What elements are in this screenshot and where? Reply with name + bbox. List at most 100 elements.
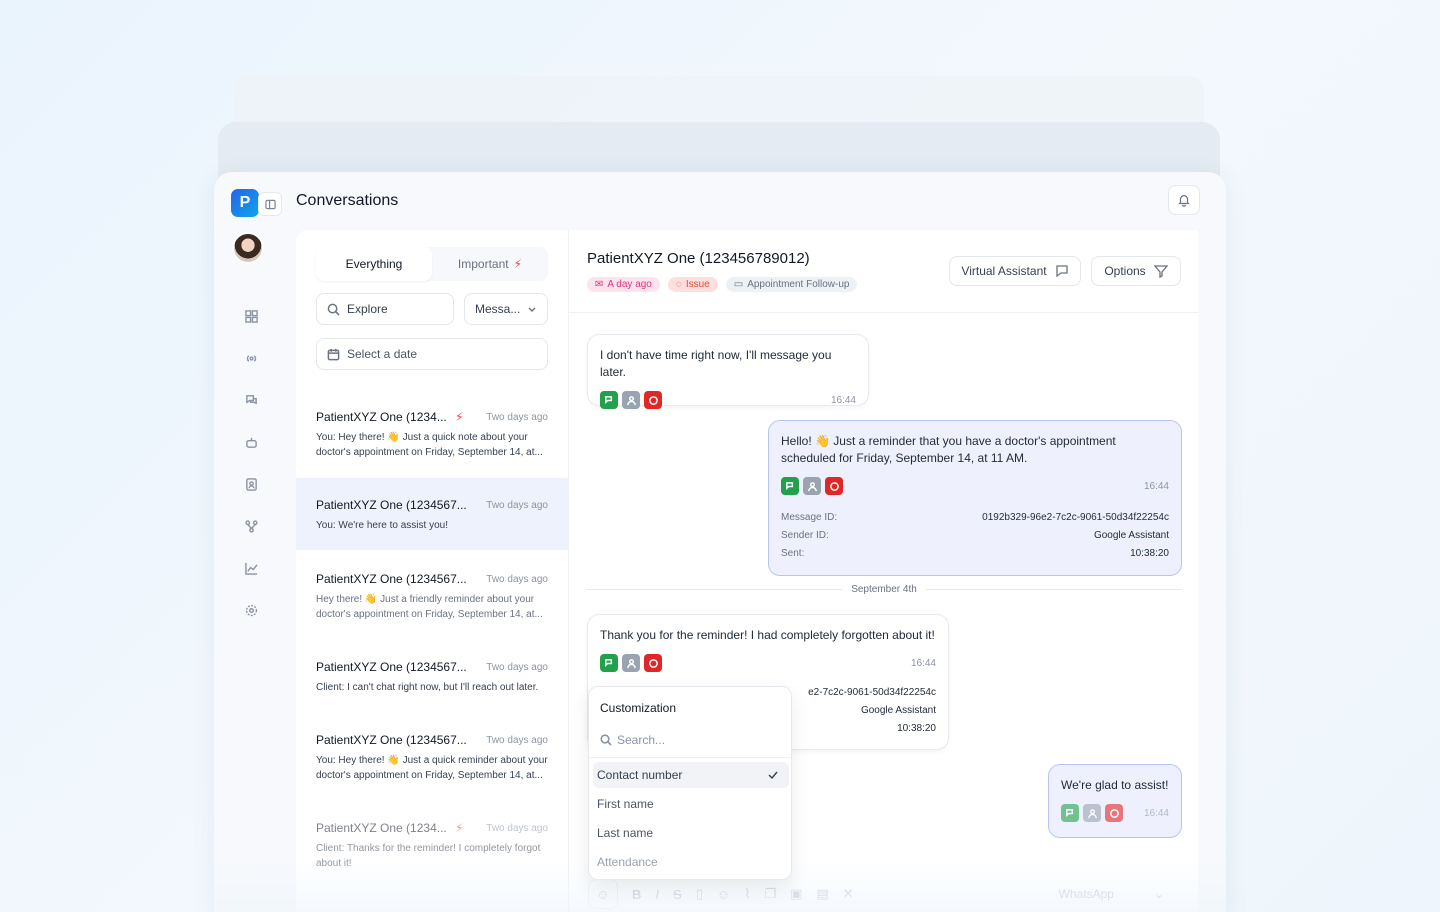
- user-avatar[interactable]: [232, 232, 264, 264]
- customization-dropdown: Customization Search... Contact number F…: [588, 686, 792, 880]
- template-icon[interactable]: ▣: [790, 886, 802, 902]
- broadcast-icon[interactable]: [244, 351, 258, 365]
- whatsapp-channel-icon: [600, 391, 618, 409]
- page-title: Conversations: [296, 192, 399, 209]
- mail-icon: ✉: [595, 279, 604, 290]
- sidebar-toggle-button[interactable]: [258, 192, 282, 216]
- bot-icon[interactable]: [244, 435, 258, 449]
- comment-icon: ◌: [675, 279, 682, 290]
- calendar-icon: [327, 348, 340, 360]
- emoji-icon[interactable]: ☺: [717, 887, 730, 902]
- tag-timestamp[interactable]: ✉ A day ago: [587, 277, 660, 292]
- lightning-icon: ⚡: [455, 410, 464, 424]
- explore-search-input[interactable]: Explore: [316, 293, 454, 325]
- strikethrough-icon[interactable]: S: [673, 887, 682, 902]
- chat-icon[interactable]: [244, 393, 258, 407]
- conversation-item[interactable]: PatientXYZ One (1234567... Two days ago Y…: [296, 733, 568, 803]
- virtual-assistant-button[interactable]: Virtual Assistant: [949, 256, 1081, 286]
- dropdown-option-first-name[interactable]: First name: [593, 791, 789, 817]
- issue-comment-icon: [1105, 804, 1123, 822]
- options-filter-button[interactable]: Options: [1091, 256, 1181, 286]
- person-icon: [622, 391, 640, 409]
- bold-icon[interactable]: B: [632, 887, 641, 902]
- bot-chat-icon: [1055, 265, 1068, 278]
- dropdown-option-attendance[interactable]: Attendance: [593, 849, 789, 875]
- chevron-down-icon: [528, 307, 536, 312]
- search-icon: [600, 734, 612, 746]
- attachment-icon[interactable]: ⌇: [744, 886, 750, 902]
- tag-followup[interactable]: ▭ Appointment Follow-up: [725, 277, 858, 292]
- message-text: Thank you for the reminder! I had comple…: [600, 628, 935, 642]
- conversation-name: PatientXYZ One (1234567...: [316, 733, 467, 747]
- whatsapp-channel-icon: [600, 654, 618, 672]
- message-type-select[interactable]: Messa...: [464, 293, 548, 325]
- settings-gear-icon[interactable]: [244, 603, 258, 617]
- conversation-item[interactable]: PatientXYZ One (1234... ⚡ Two days ago Cl…: [296, 821, 568, 891]
- bell-icon: [1178, 195, 1190, 207]
- conversation-time: Two days ago: [486, 734, 548, 746]
- filter-icon: [1153, 265, 1168, 278]
- copy-icon[interactable]: ❐: [764, 886, 776, 902]
- dropdown-divider: [589, 757, 791, 758]
- date-separator: September 4th: [587, 584, 1181, 595]
- message-time: 16:44: [910, 657, 936, 669]
- dropdown-option-last-name[interactable]: Last name: [593, 820, 789, 846]
- conversation-preview: You: Hey there! 👋 Just a quick reminder …: [316, 755, 548, 781]
- dropdown-search-input[interactable]: Search...: [600, 733, 665, 747]
- message-time: 16:44: [1143, 807, 1169, 819]
- tab-everything[interactable]: Everything: [316, 247, 432, 281]
- contacts-icon[interactable]: [244, 477, 258, 491]
- channel-select[interactable]: WhatsApp ⌄: [1059, 887, 1164, 901]
- person-icon: [622, 654, 640, 672]
- conversation-item-active[interactable]: PatientXYZ One (1234567... Two days ago Y…: [296, 478, 568, 550]
- conversation-name: PatientXYZ One (1234567...: [316, 498, 467, 512]
- chat-tags: ✉ A day ago ◌ Issue ▭ Appointment Follow-up: [587, 277, 858, 292]
- lightning-icon: ⚡: [455, 821, 464, 835]
- issue-comment-icon: [644, 654, 662, 672]
- image-icon[interactable]: ▤: [816, 886, 828, 902]
- conversation-preview: You: Hey there! 👋 Just a quick note abou…: [316, 432, 543, 458]
- conversation-time: Two days ago: [486, 573, 548, 585]
- dropdown-option-contact-number[interactable]: Contact number: [593, 762, 789, 788]
- lightning-icon: ⚡: [513, 257, 523, 271]
- italic-icon[interactable]: I: [655, 887, 659, 902]
- conversation-time: Two days ago: [486, 661, 548, 673]
- conversation-preview: Client: I can't chat right now, but I'll…: [316, 682, 539, 693]
- conversation-name: PatientXYZ One (1234... ⚡: [316, 821, 464, 835]
- analytics-icon[interactable]: [244, 561, 258, 575]
- app-logo[interactable]: P: [231, 189, 259, 217]
- chat-bubble-icon: ▭: [733, 279, 744, 290]
- message-outgoing: Hello! 👋 Just a reminder that you have a…: [768, 420, 1182, 576]
- contact-button[interactable]: ☺: [588, 879, 618, 909]
- flows-icon[interactable]: [244, 519, 258, 533]
- date-picker-field[interactable]: Select a date: [316, 338, 548, 370]
- message-time: 16:44: [1143, 480, 1169, 492]
- message-text: We're glad to assist!: [1061, 778, 1169, 792]
- message-outgoing: We're glad to assist! 16:44: [1048, 764, 1182, 838]
- conversation-item[interactable]: PatientXYZ One (1234... ⚡ Two days ago Yo…: [296, 410, 568, 480]
- conversation-item[interactable]: PatientXYZ One (1234567... Two days ago H…: [296, 572, 568, 642]
- close-icon[interactable]: ✕: [843, 886, 854, 902]
- conversation-preview: Hey there! 👋 Just a friendly reminder ab…: [316, 594, 543, 620]
- message-composer-toolbar: ☺ B I S ▯ ☺ ⌇ ❐ ▣ ▤ ✕ WhatsApp ⌄: [588, 876, 1184, 912]
- conversation-name: PatientXYZ One (1234567...: [316, 572, 467, 586]
- issue-comment-icon: [825, 477, 843, 495]
- tab-important[interactable]: Important ⚡: [432, 247, 548, 281]
- conversation-item[interactable]: PatientXYZ One (1234567... Two days ago C…: [296, 660, 568, 720]
- person-icon: ☺: [596, 886, 610, 902]
- chevron-down-icon: ⌄: [1153, 887, 1164, 901]
- person-icon: [1083, 804, 1101, 822]
- search-icon: [327, 303, 340, 316]
- tag-issue[interactable]: ◌ Issue: [667, 277, 718, 292]
- whatsapp-channel-icon: [781, 477, 799, 495]
- notification-button[interactable]: [1168, 185, 1200, 215]
- document-icon[interactable]: ▯: [696, 886, 703, 902]
- person-icon: [803, 477, 821, 495]
- message-incoming: I don't have time right now, I'll messag…: [587, 334, 869, 409]
- whatsapp-channel-icon: [1061, 804, 1079, 822]
- conversation-list-panel: Everything Important ⚡ Explore Messa... S…: [296, 230, 568, 912]
- dropdown-title: Customization: [600, 701, 677, 715]
- chat-header-divider: [569, 312, 1199, 313]
- chat-title: PatientXYZ One (123456789012): [587, 250, 810, 267]
- dashboard-icon[interactable]: [244, 309, 258, 323]
